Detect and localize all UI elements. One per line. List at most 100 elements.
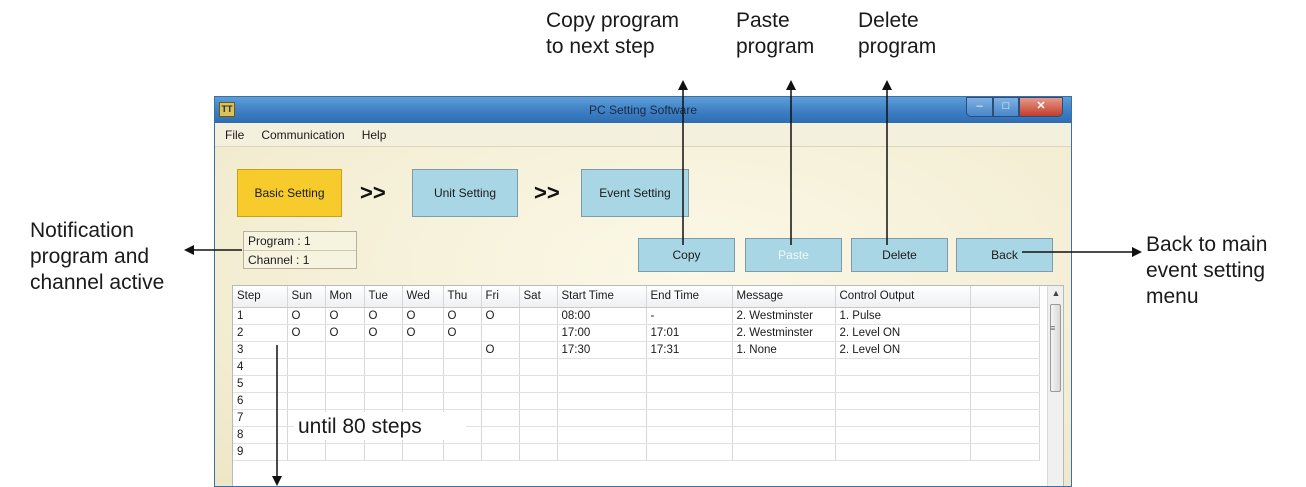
table-cell[interactable] [443, 443, 482, 461]
table-cell[interactable] [402, 443, 444, 461]
table-cell[interactable] [402, 341, 444, 359]
table-cell[interactable] [481, 426, 520, 444]
minimize-button[interactable]: – [966, 97, 993, 117]
column-header[interactable]: Step [233, 286, 288, 308]
table-cell[interactable] [481, 392, 520, 410]
table-cell[interactable] [970, 426, 1040, 444]
table-cell[interactable] [970, 375, 1040, 393]
table-cell[interactable]: 5 [233, 375, 288, 393]
table-cell[interactable] [835, 426, 971, 444]
table-cell[interactable] [364, 409, 403, 427]
table-cell[interactable] [325, 392, 365, 410]
table-cell[interactable] [835, 409, 971, 427]
table-cell[interactable]: 17:01 [646, 324, 733, 342]
table-cell[interactable] [287, 392, 326, 410]
table-cell[interactable] [557, 426, 647, 444]
table-cell[interactable] [325, 426, 365, 444]
table-cell[interactable]: 6 [233, 392, 288, 410]
table-row[interactable]: 5 [233, 375, 1040, 393]
table-cell[interactable] [519, 341, 558, 359]
table-cell[interactable] [732, 375, 836, 393]
table-cell[interactable] [325, 375, 365, 393]
table-cell[interactable] [402, 375, 444, 393]
table-cell[interactable] [287, 443, 326, 461]
column-header[interactable] [970, 286, 1040, 308]
table-row[interactable]: 7 [233, 409, 1040, 427]
column-header[interactable]: Control Output [835, 286, 971, 308]
copy-button[interactable]: Copy [638, 238, 735, 272]
table-cell[interactable] [835, 392, 971, 410]
unit-setting-button[interactable]: Unit Setting [412, 169, 518, 217]
table-cell[interactable]: 4 [233, 358, 288, 376]
table-cell[interactable]: O [481, 307, 520, 325]
table-cell[interactable] [325, 358, 365, 376]
table-cell[interactable] [970, 307, 1040, 325]
column-header[interactable]: Mon [325, 286, 365, 308]
table-cell[interactable]: 17:00 [557, 324, 647, 342]
table-cell[interactable] [443, 409, 482, 427]
table-cell[interactable]: 1. Pulse [835, 307, 971, 325]
table-cell[interactable] [402, 392, 444, 410]
table-cell[interactable] [325, 409, 365, 427]
table-cell[interactable] [443, 392, 482, 410]
table-cell[interactable] [557, 392, 647, 410]
back-button[interactable]: Back [956, 238, 1053, 272]
table-row[interactable]: 4 [233, 358, 1040, 376]
column-header[interactable]: Message [732, 286, 836, 308]
table-cell[interactable] [970, 358, 1040, 376]
table-cell[interactable] [732, 426, 836, 444]
table-cell[interactable] [325, 443, 365, 461]
close-button[interactable]: ✕ [1019, 97, 1063, 117]
column-header[interactable]: Tue [364, 286, 403, 308]
column-header[interactable]: Sat [519, 286, 558, 308]
table-cell[interactable] [481, 375, 520, 393]
column-header[interactable]: Sun [287, 286, 326, 308]
table-cell[interactable]: 2 [233, 324, 288, 342]
table-cell[interactable] [287, 358, 326, 376]
table-cell[interactable]: O [287, 324, 326, 342]
table-cell[interactable] [325, 341, 365, 359]
table-cell[interactable] [519, 392, 558, 410]
table-cell[interactable] [481, 409, 520, 427]
table-cell[interactable] [732, 392, 836, 410]
table-cell[interactable]: O [402, 307, 444, 325]
table-cell[interactable] [646, 358, 733, 376]
menu-communication[interactable]: Communication [261, 128, 344, 142]
table-cell[interactable]: 2. Level ON [835, 324, 971, 342]
table-cell[interactable] [646, 409, 733, 427]
table-cell[interactable]: O [443, 307, 482, 325]
table-cell[interactable] [287, 426, 326, 444]
title-bar[interactable]: TT PC Setting Software – □ ✕ [215, 97, 1071, 123]
table-cell[interactable]: O [287, 307, 326, 325]
table-cell[interactable] [287, 375, 326, 393]
table-cell[interactable] [646, 443, 733, 461]
table-cell[interactable] [364, 341, 403, 359]
maximize-button[interactable]: □ [993, 97, 1019, 117]
event-setting-button[interactable]: Event Setting [581, 169, 689, 217]
table-cell[interactable] [519, 409, 558, 427]
table-cell[interactable] [519, 307, 558, 325]
event-table[interactable]: Step Sun Mon Tue Wed Thu Fri Sat Start Time End T… [232, 285, 1064, 486]
table-cell[interactable] [519, 426, 558, 444]
vertical-scrollbar[interactable]: ▲ ≡ [1047, 286, 1063, 486]
paste-button[interactable]: Paste [745, 238, 842, 272]
table-cell[interactable] [970, 443, 1040, 461]
table-cell[interactable] [970, 324, 1040, 342]
table-row[interactable]: 1 O O O O O O 08:00-2. Westminster 1. Pulse [233, 307, 1040, 325]
scroll-up-arrow-icon[interactable]: ▲ [1048, 288, 1063, 298]
table-cell[interactable]: O [325, 307, 365, 325]
column-header[interactable]: Wed [402, 286, 444, 308]
table-cell[interactable] [835, 443, 971, 461]
table-cell[interactable] [835, 358, 971, 376]
table-cell[interactable]: 2. Level ON [835, 341, 971, 359]
table-cell[interactable] [402, 409, 444, 427]
table-cell[interactable]: O [364, 324, 403, 342]
table-cell[interactable] [646, 375, 733, 393]
table-cell[interactable] [364, 426, 403, 444]
table-cell[interactable]: O [402, 324, 444, 342]
table-cell[interactable] [732, 443, 836, 461]
table-cell[interactable]: O [481, 341, 520, 359]
table-row[interactable]: 6 [233, 392, 1040, 410]
delete-button[interactable]: Delete [851, 238, 948, 272]
table-cell[interactable]: 3 [233, 341, 288, 359]
